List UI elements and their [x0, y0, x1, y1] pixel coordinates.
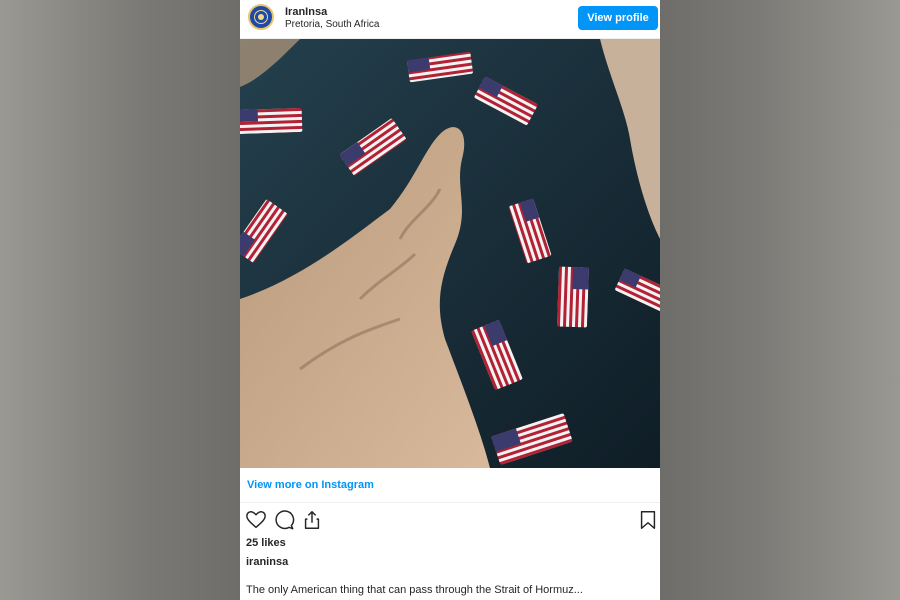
background-left [0, 0, 240, 600]
username[interactable]: IranInsa [285, 6, 327, 18]
caption-username[interactable]: iraninsa [246, 556, 288, 568]
caption-text: The only American thing that can pass th… [246, 584, 583, 596]
view-profile-button[interactable]: View profile [578, 6, 658, 30]
emblem-icon [251, 7, 271, 27]
background-right [660, 0, 900, 600]
coffin-3 [240, 107, 303, 135]
view-more-link[interactable]: View more on Instagram [247, 479, 374, 491]
likes-count[interactable]: 25 likes [246, 537, 286, 549]
action-bar [245, 509, 656, 531]
post-header: IranInsa Pretoria, South Africa View pro… [240, 0, 660, 39]
share-icon[interactable] [301, 509, 323, 531]
heart-icon[interactable] [245, 509, 267, 531]
divider [240, 502, 660, 503]
instagram-embed: IranInsa Pretoria, South Africa View pro… [240, 0, 660, 600]
avatar[interactable] [248, 4, 274, 30]
comment-icon[interactable] [273, 509, 295, 531]
location[interactable]: Pretoria, South Africa [285, 19, 380, 30]
coffin-7 [557, 266, 590, 328]
bookmark-icon[interactable] [637, 509, 659, 531]
post-image[interactable] [240, 39, 660, 468]
